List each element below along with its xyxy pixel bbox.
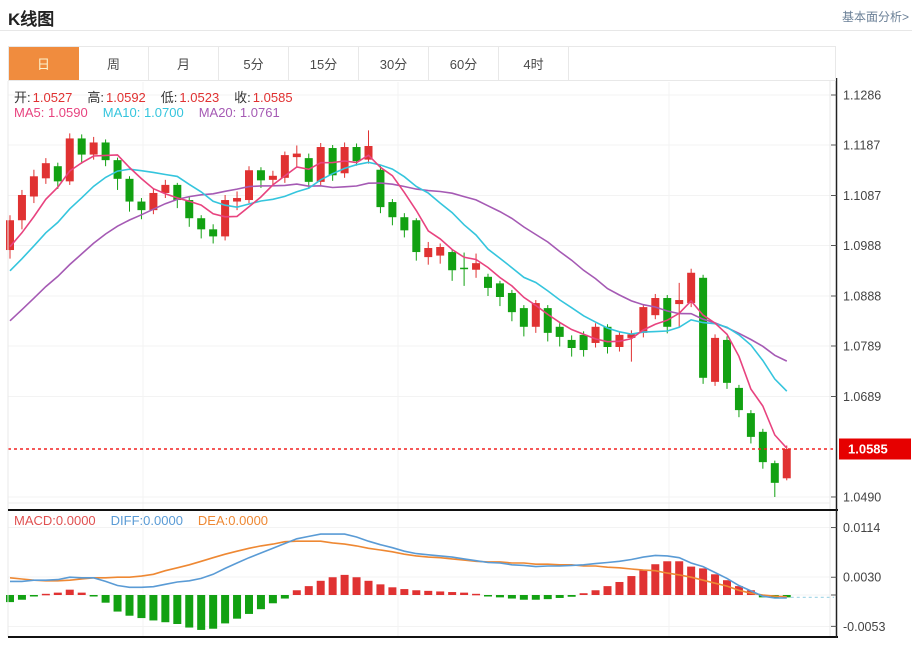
svg-text:0.0030: 0.0030	[843, 571, 881, 585]
svg-text:1.0789: 1.0789	[843, 339, 881, 353]
tabbar-filler	[569, 47, 835, 80]
period-tabbar: 日 周 月 5分 15分 30分 60分 4时	[8, 46, 836, 81]
open-value: 开:1.0527	[14, 87, 72, 106]
macd-axis: 0.0114 0.0030 -0.0053	[831, 521, 885, 634]
ohlc-legend: 开:1.0527 高:1.0592 低:1.0523 收:1.0585	[14, 87, 293, 106]
svg-text:1.0689: 1.0689	[843, 390, 881, 404]
low-value: 低:1.0523	[161, 87, 219, 106]
svg-text:1.0888: 1.0888	[843, 289, 881, 303]
ma20-value: MA20: 1.0761	[199, 105, 280, 120]
svg-text:-0.0053: -0.0053	[843, 620, 885, 634]
fundamental-analysis-link[interactable]: 基本面分析>	[842, 8, 909, 25]
tab-60min[interactable]: 60分	[429, 47, 499, 80]
svg-text:1.1187: 1.1187	[843, 138, 880, 152]
tab-weekly[interactable]: 周	[79, 47, 149, 80]
macd-value: MACD:0.0000	[14, 513, 96, 528]
tab-monthly[interactable]: 月	[149, 47, 219, 80]
tab-30min[interactable]: 30分	[359, 47, 429, 80]
svg-text:0.0114: 0.0114	[843, 521, 880, 535]
kline-page: { "header": { "title": "K线图", "link": "基…	[0, 0, 912, 643]
svg-text:1.0988: 1.0988	[843, 239, 881, 253]
ma10-value: MA10: 1.0700	[103, 105, 184, 120]
page-title: K线图	[8, 5, 54, 30]
tab-15min[interactable]: 15分	[289, 47, 359, 80]
close-value: 收:1.0585	[234, 87, 292, 106]
svg-text:1.0585: 1.0585	[848, 442, 888, 457]
macd-legend: MACD:0.0000 DIFF:0.0000 DEA:0.0000	[14, 513, 268, 528]
svg-text:1.1286: 1.1286	[843, 89, 881, 103]
price-axis: 1.1286 1.1187 1.1087 1.0988 1.0888 1.0789 1.06…	[831, 89, 911, 505]
svg-text:1.1087: 1.1087	[843, 189, 881, 203]
tab-daily[interactable]: 日	[9, 47, 79, 80]
diff-value: DIFF:0.0000	[111, 513, 183, 528]
svg-text:1.0490: 1.0490	[843, 490, 881, 504]
tab-5min[interactable]: 5分	[219, 47, 289, 80]
high-value: 高:1.0592	[87, 87, 145, 106]
tab-4hour[interactable]: 4时	[499, 47, 569, 80]
dea-value: DEA:0.0000	[198, 513, 268, 528]
ma-legend: MA5: 1.0590 MA10: 1.0700 MA20: 1.0761	[14, 105, 280, 120]
ma5-value: MA5: 1.0590	[14, 105, 88, 120]
